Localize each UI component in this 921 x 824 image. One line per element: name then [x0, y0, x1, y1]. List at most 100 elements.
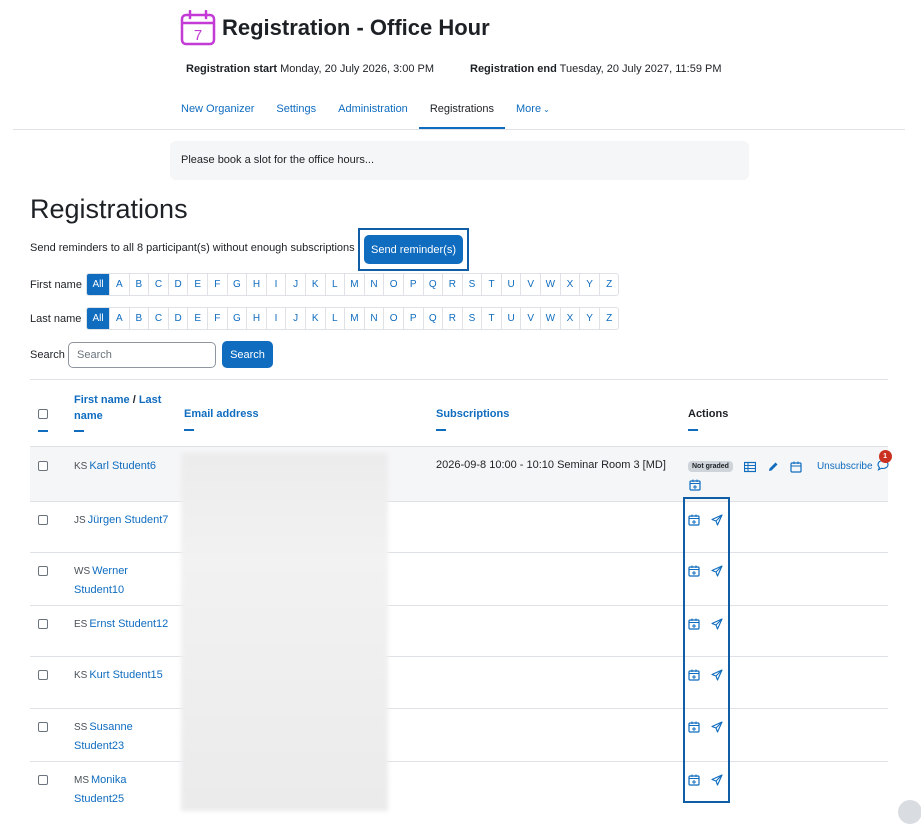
- first-initial-g[interactable]: G: [226, 274, 247, 295]
- first-initial-u[interactable]: U: [500, 274, 521, 295]
- last-initial-e[interactable]: E: [187, 308, 207, 329]
- first-initial-l[interactable]: L: [324, 274, 345, 295]
- row-checkbox[interactable]: [38, 515, 48, 525]
- first-initial-y[interactable]: Y: [579, 274, 599, 295]
- tab-new-organizer[interactable]: New Organizer: [170, 90, 265, 130]
- last-initial-t[interactable]: T: [481, 308, 501, 329]
- tab-settings[interactable]: Settings: [265, 90, 327, 130]
- name-collapse-icon[interactable]: [74, 430, 84, 432]
- participant-link[interactable]: Jürgen Student7: [88, 514, 169, 526]
- tab-more[interactable]: More ⌄: [505, 90, 561, 130]
- edit-pencil-icon[interactable]: [767, 461, 779, 473]
- first-initial-v[interactable]: V: [520, 274, 540, 295]
- first-initial-r[interactable]: R: [442, 274, 462, 295]
- participant-link[interactable]: Ernst Student12: [89, 618, 168, 630]
- first-initial-m[interactable]: M: [344, 274, 364, 295]
- tab-administration[interactable]: Administration: [327, 90, 419, 130]
- last-initial-u[interactable]: U: [500, 308, 521, 329]
- last-initial-x[interactable]: X: [559, 308, 580, 329]
- row-checkbox[interactable]: [38, 775, 48, 785]
- nav-divider: [13, 129, 905, 130]
- first-initial-c[interactable]: C: [148, 274, 168, 295]
- actions-collapse-icon[interactable]: [688, 429, 698, 431]
- last-initial-a[interactable]: A: [109, 308, 129, 329]
- last-initial-g[interactable]: G: [226, 308, 247, 329]
- last-initial-all[interactable]: All: [87, 308, 109, 329]
- last-initial-n[interactable]: N: [363, 308, 384, 329]
- first-initial-o[interactable]: O: [383, 274, 403, 295]
- last-initial-z[interactable]: Z: [598, 308, 619, 329]
- first-initial-s[interactable]: S: [461, 274, 482, 295]
- last-initial-j[interactable]: J: [285, 308, 305, 329]
- table-row: JS Jürgen Student7: [30, 502, 888, 553]
- first-name-filter-label: First name: [30, 278, 82, 291]
- first-initial-all[interactable]: All: [87, 274, 109, 295]
- unsubscribe-link[interactable]: Unsubscribe: [817, 461, 873, 472]
- first-initial-x[interactable]: X: [559, 274, 580, 295]
- first-initial-a[interactable]: A: [109, 274, 129, 295]
- last-initial-q[interactable]: Q: [422, 308, 443, 329]
- last-name-filter-label: Last name: [30, 312, 82, 325]
- tab-registrations[interactable]: Registrations: [418, 90, 506, 130]
- first-initial-j[interactable]: J: [285, 274, 305, 295]
- last-initial-h[interactable]: H: [246, 308, 266, 329]
- svg-text:7: 7: [194, 27, 202, 44]
- last-initial-k[interactable]: K: [304, 308, 325, 329]
- participant-name: KS Kurt Student15: [74, 666, 174, 685]
- last-initial-f[interactable]: F: [206, 308, 227, 329]
- message-button[interactable]: 1: [876, 450, 892, 474]
- first-initial-f[interactable]: F: [206, 274, 227, 295]
- first-initial-b[interactable]: B: [128, 274, 149, 295]
- calendar-icon[interactable]: [790, 461, 802, 473]
- participant-name: ES Ernst Student12: [74, 615, 174, 634]
- select-all-checkbox[interactable]: [38, 409, 48, 419]
- row-checkbox[interactable]: [38, 566, 48, 576]
- last-initial-l[interactable]: L: [324, 308, 345, 329]
- table-list-icon[interactable]: [743, 461, 756, 473]
- last-initial-w[interactable]: W: [540, 308, 560, 329]
- select-all-collapse-icon[interactable]: [38, 430, 48, 432]
- participant-link[interactable]: Karl Student6: [89, 460, 156, 472]
- search-input[interactable]: [68, 341, 216, 368]
- first-initial-d[interactable]: D: [167, 274, 188, 295]
- first-initial-e[interactable]: E: [187, 274, 207, 295]
- calendar-activity-icon: 7: [180, 9, 216, 46]
- last-initial-d[interactable]: D: [167, 308, 188, 329]
- subscriptions-collapse-icon[interactable]: [436, 429, 446, 431]
- help-button[interactable]: [898, 800, 921, 824]
- row-checkbox[interactable]: [38, 461, 48, 471]
- first-initial-p[interactable]: P: [402, 274, 423, 295]
- first-initial-w[interactable]: W: [540, 274, 560, 295]
- row-checkbox[interactable]: [38, 619, 48, 629]
- first-initial-h[interactable]: H: [246, 274, 266, 295]
- first-initial-n[interactable]: N: [363, 274, 384, 295]
- last-initial-v[interactable]: V: [520, 308, 540, 329]
- row-checkbox[interactable]: [38, 670, 48, 680]
- participant-link[interactable]: Kurt Student15: [89, 669, 162, 681]
- last-initial-i[interactable]: I: [265, 308, 286, 329]
- first-initial-t[interactable]: T: [481, 274, 501, 295]
- email-collapse-icon[interactable]: [184, 429, 194, 431]
- row-checkbox[interactable]: [38, 722, 48, 732]
- send-reminders-button[interactable]: Send reminder(s): [364, 235, 463, 264]
- chevron-down-icon: ⌄: [543, 105, 550, 114]
- last-initial-p[interactable]: P: [402, 308, 423, 329]
- last-initial-c[interactable]: C: [148, 308, 168, 329]
- first-initial-q[interactable]: Q: [422, 274, 443, 295]
- last-initial-y[interactable]: Y: [579, 308, 599, 329]
- first-initial-i[interactable]: I: [265, 274, 286, 295]
- last-name-initials-bar: All A B C D E F G H I J K L M N O P Q R …: [86, 307, 620, 330]
- last-initial-b[interactable]: B: [128, 308, 149, 329]
- last-initial-o[interactable]: O: [383, 308, 403, 329]
- first-initial-z[interactable]: Z: [598, 274, 619, 295]
- last-initial-r[interactable]: R: [442, 308, 462, 329]
- reminder-highlight: Send reminder(s): [358, 228, 469, 271]
- sort-first-name[interactable]: First name: [74, 394, 130, 406]
- sort-subscriptions[interactable]: Subscriptions: [436, 408, 509, 420]
- last-initial-s[interactable]: S: [461, 308, 482, 329]
- search-button[interactable]: Search: [222, 341, 273, 368]
- calendar-add-icon[interactable]: [689, 479, 701, 491]
- first-initial-k[interactable]: K: [304, 274, 325, 295]
- last-initial-m[interactable]: M: [344, 308, 364, 329]
- sort-email[interactable]: Email address: [184, 408, 259, 420]
